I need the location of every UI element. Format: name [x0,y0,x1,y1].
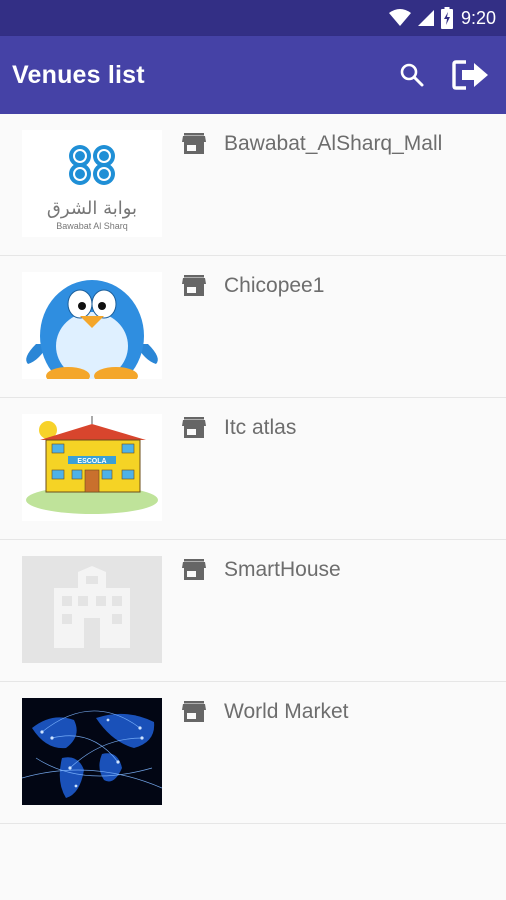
status-bar: 9:20 [0,0,506,36]
store-icon [182,275,206,297]
venue-name: Chicopee1 [224,274,325,297]
list-item[interactable]: بوابة الشرق Bawabat Al Sharq Bawabat_AlS… [0,114,506,256]
bawabat-alsharq-logo: بوابة الشرق Bawabat Al Sharq [22,130,162,237]
venue-list: بوابة الشرق Bawabat Al Sharq Bawabat_AlS… [0,114,506,824]
venue-name: World Market [224,700,349,723]
venue-name: Bawabat_AlSharq_Mall [224,132,443,155]
logo-arabic-text: بوابة الشرق [47,198,137,219]
list-item[interactable]: World Market [0,682,506,824]
app-bar: Venues list [0,36,506,114]
page-title: Venues list [12,60,145,89]
list-item[interactable]: Chicopee1 [0,256,506,398]
status-time: 9:20 [460,7,496,28]
venue-name: SmartHouse [224,558,341,581]
venue-thumbnail: ESCOLA [22,414,162,521]
battery-charging-icon [440,7,453,29]
store-icon [182,133,206,155]
search-icon[interactable] [394,57,430,93]
store-icon [182,559,206,581]
venue-thumbnail: بوابة الشرق Bawabat Al Sharq [22,130,162,237]
building-placeholder-icon [22,556,162,663]
store-icon [182,701,206,723]
school-building-icon: ESCOLA [22,414,162,521]
world-network-map-icon [22,698,162,805]
cell-signal-icon [417,9,435,27]
venue-thumbnail [22,698,162,805]
penguin-icon [22,272,162,379]
wifi-icon [388,9,411,27]
list-item[interactable]: ESCOLA Itc atlas [0,398,506,540]
venue-thumbnail [22,556,162,663]
logout-icon[interactable] [450,53,494,97]
venue-name: Itc atlas [224,416,297,439]
venue-thumbnail [22,272,162,379]
list-item[interactable]: SmartHouse [0,540,506,682]
logo-latin-text: Bawabat Al Sharq [56,221,128,231]
store-icon [182,417,206,439]
school-sign-text: ESCOLA [77,458,106,465]
app-bar-actions [394,36,494,114]
